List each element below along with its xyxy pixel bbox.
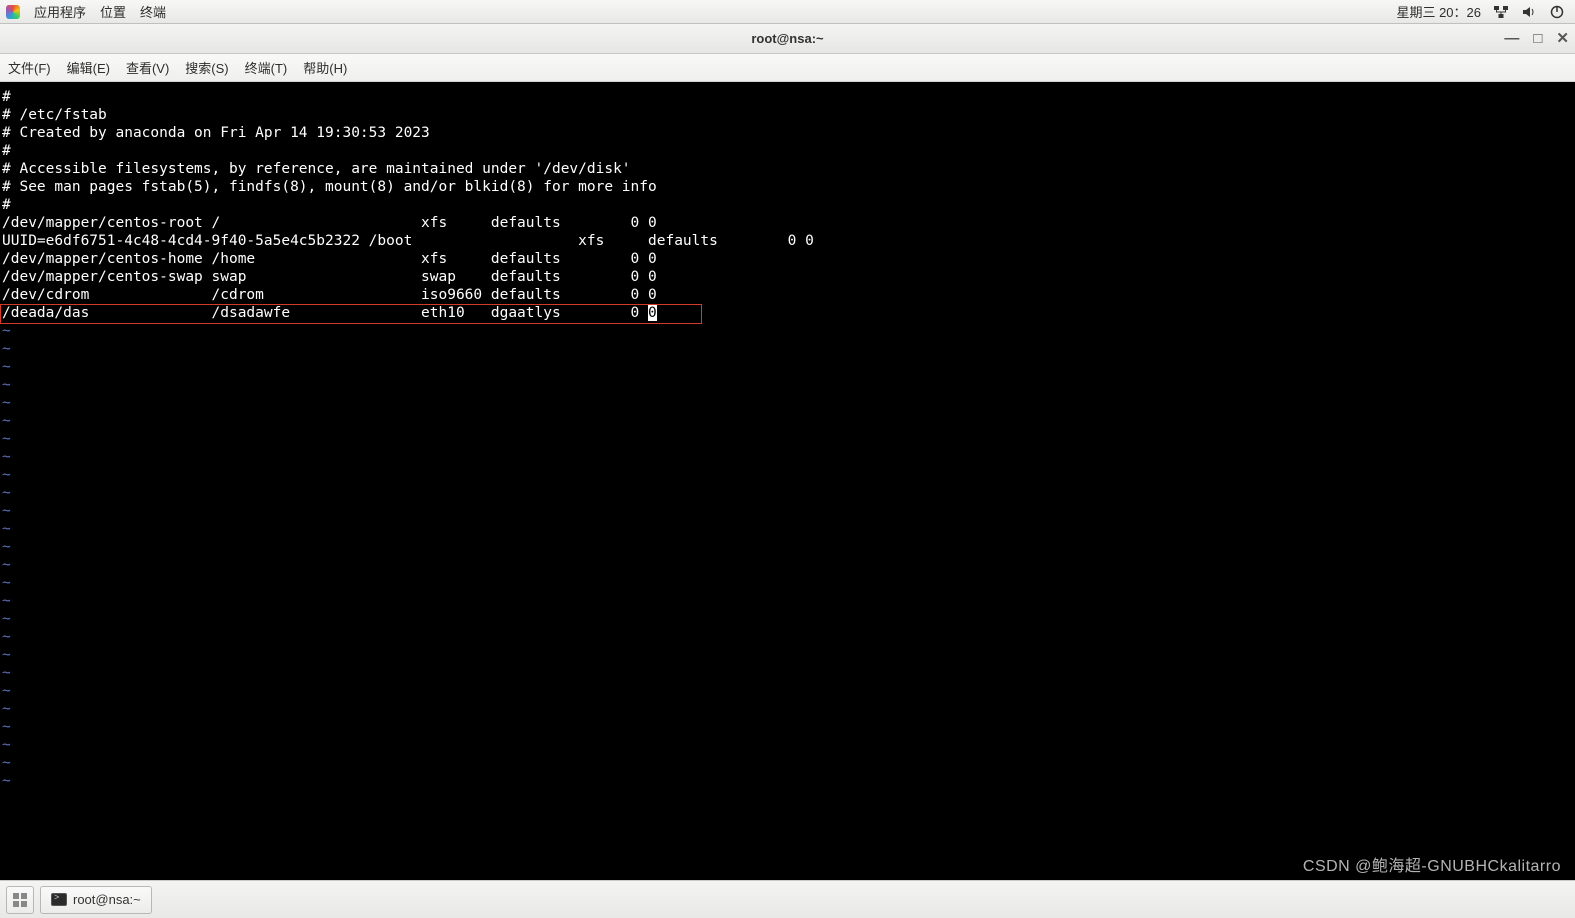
power-icon[interactable]	[1549, 4, 1565, 20]
maximize-button[interactable]: □	[1533, 31, 1542, 46]
terminal-line: #	[2, 88, 1573, 106]
menu-terminal[interactable]: 终端	[140, 2, 166, 21]
vim-tilde: ~	[2, 556, 1573, 574]
sysbar-left: 应用程序 位置 终端	[0, 2, 166, 21]
window-title: root@nsa:~	[751, 31, 823, 46]
clock[interactable]: 星期三 20：26	[1396, 2, 1481, 21]
vim-tilde: ~	[2, 574, 1573, 592]
taskbar: root@nsa:~	[0, 880, 1575, 918]
menu-applications[interactable]: 应用程序	[34, 2, 86, 21]
terminal-line: /dev/mapper/centos-root / xfs defaults 0…	[2, 214, 1573, 232]
vim-tilde: ~	[2, 736, 1573, 754]
terminal-line: UUID=e6df6751-4c48-4cd4-9f40-5a5e4c5b232…	[2, 232, 1573, 250]
terminal-line: # See man pages fstab(5), findfs(8), mou…	[2, 178, 1573, 196]
terminal-line: /deada/das /dsadawfe eth10 dgaatlys 0 0	[2, 304, 1573, 322]
menu-places[interactable]: 位置	[100, 2, 126, 21]
vim-tilde: ~	[2, 700, 1573, 718]
show-desktop-button[interactable]	[6, 886, 34, 914]
terminal-line: /dev/mapper/centos-home /home xfs defaul…	[2, 250, 1573, 268]
menubar: 文件(F) 编辑(E) 查看(V) 搜索(S) 终端(T) 帮助(H)	[0, 54, 1575, 82]
vim-tilde: ~	[2, 502, 1573, 520]
vim-tilde: ~	[2, 628, 1573, 646]
terminal-line: # Accessible filesystems, by reference, …	[2, 160, 1573, 178]
menu-file[interactable]: 文件(F)	[8, 58, 51, 77]
vim-tilde: ~	[2, 466, 1573, 484]
volume-icon[interactable]	[1521, 4, 1537, 20]
gnome-logo-icon[interactable]	[6, 5, 20, 19]
close-button[interactable]: ✕	[1556, 31, 1569, 46]
vim-tilde: ~	[2, 772, 1573, 790]
window-controls: — □ ✕	[1504, 31, 1569, 46]
terminal-content[interactable]: ## /etc/fstab# Created by anaconda on Fr…	[0, 82, 1575, 880]
menu-edit[interactable]: 编辑(E)	[67, 58, 110, 77]
vim-tilde: ~	[2, 538, 1573, 556]
minimize-button[interactable]: —	[1504, 31, 1519, 46]
vim-tilde: ~	[2, 448, 1573, 466]
vim-tilde: ~	[2, 754, 1573, 772]
vim-tilde: ~	[2, 682, 1573, 700]
vim-tilde: ~	[2, 664, 1573, 682]
menu-search[interactable]: 搜索(S)	[185, 58, 228, 77]
menu-help[interactable]: 帮助(H)	[303, 58, 347, 77]
vim-tilde: ~	[2, 592, 1573, 610]
network-icon[interactable]	[1493, 4, 1509, 20]
vim-tilde: ~	[2, 322, 1573, 340]
terminal-line: #	[2, 142, 1573, 160]
terminal-line: # /etc/fstab	[2, 106, 1573, 124]
system-bar: 应用程序 位置 终端 星期三 20：26	[0, 0, 1575, 24]
vim-tilde: ~	[2, 394, 1573, 412]
menu-view[interactable]: 查看(V)	[126, 58, 169, 77]
window-titlebar[interactable]: root@nsa:~ — □ ✕	[0, 24, 1575, 54]
vim-tilde: ~	[2, 646, 1573, 664]
vim-tilde: ~	[2, 340, 1573, 358]
menu-terminal-app[interactable]: 终端(T)	[245, 58, 288, 77]
taskbar-terminal-item[interactable]: root@nsa:~	[40, 886, 152, 914]
vim-tilde: ~	[2, 376, 1573, 394]
sysbar-right: 星期三 20：26	[1396, 2, 1575, 21]
vim-tilde: ~	[2, 718, 1573, 736]
vim-tilde: ~	[2, 484, 1573, 502]
vim-tilde: ~	[2, 610, 1573, 628]
terminal-line: # Created by anaconda on Fri Apr 14 19:3…	[2, 124, 1573, 142]
terminal-line: /dev/mapper/centos-swap swap swap defaul…	[2, 268, 1573, 286]
terminal-line: /dev/cdrom /cdrom iso9660 defaults 0 0	[2, 286, 1573, 304]
vim-tilde: ~	[2, 412, 1573, 430]
terminal-icon	[51, 893, 67, 906]
taskbar-item-label: root@nsa:~	[73, 892, 141, 907]
vim-tilde: ~	[2, 430, 1573, 448]
cursor: 0	[648, 305, 657, 321]
vim-tilde: ~	[2, 358, 1573, 376]
vim-tilde: ~	[2, 520, 1573, 538]
terminal-line: #	[2, 196, 1573, 214]
